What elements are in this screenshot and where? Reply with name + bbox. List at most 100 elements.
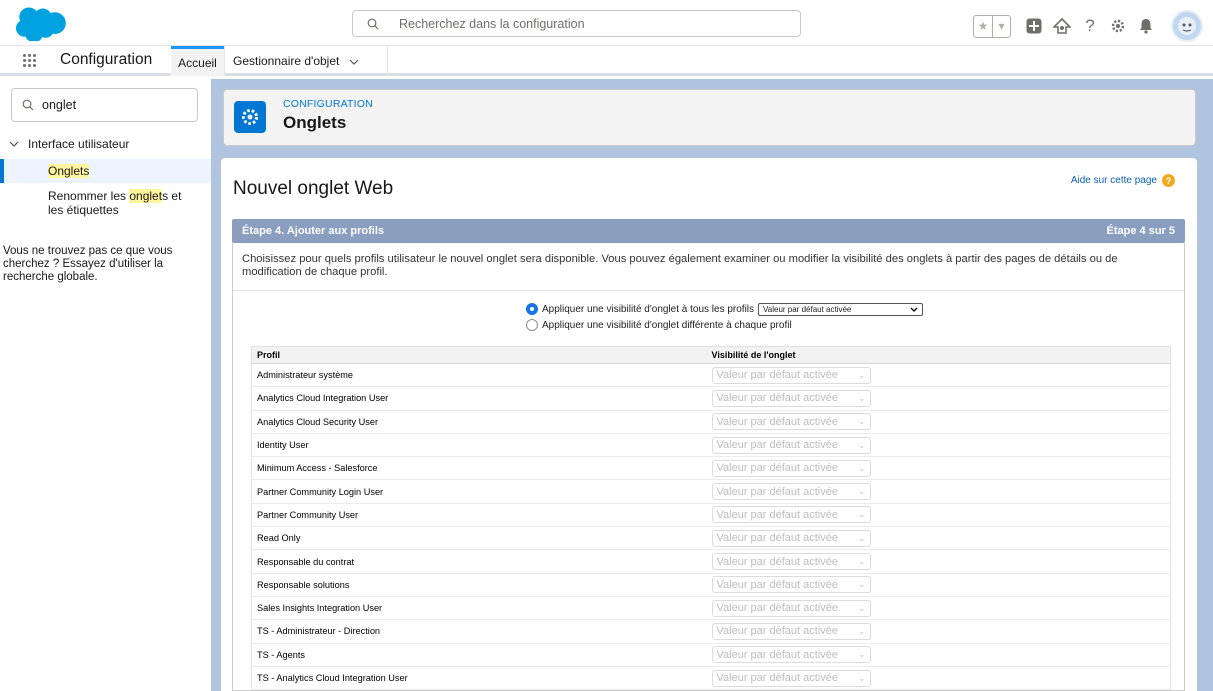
quickfind-value: onglet: [42, 98, 77, 112]
chevron-down-icon: ⌄: [857, 509, 866, 520]
table-row: Partner Community Login User Valeur par d…: [251, 479, 1171, 504]
profile-name: TS - Administrateur - Direction: [251, 619, 707, 644]
visibility-value: Valeur par défaut activée: [716, 672, 838, 684]
chevron-down-icon: ⌄: [857, 579, 866, 590]
visibility-select-disabled: Valeur par défaut activée ⌄: [711, 483, 871, 501]
chevron-down-icon: ⌄: [857, 625, 866, 636]
navigation-bar: Configuration Accueil Gestionnaire d'obj…: [0, 46, 1213, 76]
avatar[interactable]: [1171, 10, 1203, 42]
favorites-dropdown-icon[interactable]: ▾: [992, 15, 1010, 37]
table-row: Sales Insights Integration User Valeur pa…: [251, 596, 1171, 621]
profile-name: Responsable solutions: [251, 573, 707, 597]
notifications-bell-icon[interactable]: [1135, 14, 1157, 38]
help-icon: ?: [1162, 174, 1175, 187]
profile-name: Partner Community Login User: [251, 479, 707, 504]
visibility-cell: Valeur par défaut activée ⌄: [706, 479, 1171, 504]
chevron-down-icon: ⌄: [857, 369, 866, 380]
visibility-cell: Valeur par défaut activée ⌄: [706, 456, 1171, 481]
favorites-star-icon[interactable]: ★: [974, 16, 992, 37]
profile-name: Identity User: [251, 433, 707, 458]
visibility-all-select[interactable]: Valeur par défaut activée: [758, 302, 924, 316]
visibility-radio-group: Appliquer une visibilité d'onglet à tous…: [526, 301, 924, 333]
favorites-group: ★ ▾: [973, 14, 1011, 38]
table-row: TS - Administrateur - Direction Valeur pa…: [251, 619, 1171, 644]
radio-apply-each[interactable]: [526, 319, 538, 331]
page-title: Onglets: [283, 113, 347, 132]
wizard-title: Nouvel onglet Web: [233, 178, 394, 199]
profile-name: Analytics Cloud Integration User: [251, 386, 707, 411]
salesforce-logo[interactable]: [16, 7, 66, 43]
profile-name: Administrateur système: [251, 363, 707, 388]
add-icon[interactable]: [1023, 14, 1045, 38]
visibility-value: Valeur par défaut activée: [716, 648, 838, 661]
radio-row-all: Appliquer une visibilité d'onglet à tous…: [526, 301, 924, 317]
chevron-down-icon: ⌄: [857, 532, 866, 543]
table-row: Identity User Valeur par défaut activée ⌄: [251, 433, 1171, 458]
visibility-value: Valeur par défaut activée: [716, 415, 838, 428]
visibility-value: Valeur par défaut activée: [716, 485, 838, 498]
app-launcher-icon[interactable]: [23, 54, 37, 68]
step-body: Choisissez pour quels profils utilisateu…: [232, 243, 1185, 691]
step-description: Choisissez pour quels profils utilisateu…: [242, 253, 1118, 278]
visibility-select-disabled: Valeur par défaut activée ⌄: [711, 576, 871, 594]
visibility-cell: Valeur par défaut activée ⌄: [706, 596, 1171, 621]
visibility-cell: Valeur par défaut activée ⌄: [706, 503, 1171, 528]
search-icon: [22, 99, 36, 111]
trailhead-icon[interactable]: [1051, 14, 1073, 38]
radio-apply-all[interactable]: [526, 303, 538, 315]
tab-object-manager-label: Gestionnaire d'objet: [233, 54, 340, 68]
visibility-select-disabled: Valeur par défaut activée ⌄: [711, 669, 871, 687]
global-search-input[interactable]: Recherchez dans la configuration: [352, 10, 801, 37]
chevron-down-icon: ⌄: [857, 462, 866, 473]
visibility-all-value: Valeur par défaut activée: [763, 304, 852, 314]
table-row: Analytics Cloud Security User Valeur par …: [251, 410, 1171, 434]
visibility-select-disabled: Valeur par défaut activée ⌄: [711, 529, 871, 547]
visibility-value: Valeur par défaut activée: [716, 462, 838, 475]
visibility-value: Valeur par défaut activée: [716, 602, 838, 615]
tree-section-user-interface[interactable]: Interface utilisateur: [9, 137, 129, 151]
setup-sidebar: onglet Interface utilisateur Onglets Ren…: [0, 79, 211, 691]
page-header: CONFIGURATION Onglets: [223, 89, 1196, 146]
sidebar-item-tabs[interactable]: Onglets: [0, 159, 211, 183]
help-link[interactable]: Aide sur cette page ?: [1071, 174, 1175, 187]
visibility-value: Valeur par défaut activée: [716, 555, 838, 568]
table-row: Administrateur système Valeur par défaut …: [251, 363, 1171, 388]
table-row: Responsable du contrat Valeur par défaut …: [251, 549, 1171, 574]
visibility-value: Valeur par défaut activée: [716, 508, 838, 521]
tab-object-manager[interactable]: Gestionnaire d'objet: [224, 46, 388, 76]
visibility-select-disabled: Valeur par défaut activée ⌄: [711, 599, 871, 617]
setup-gear-icon[interactable]: [1107, 14, 1129, 38]
visibility-value: Valeur par défaut activée: [716, 369, 838, 382]
chevron-down-icon: ⌄: [857, 416, 866, 427]
breadcrumb: CONFIGURATION: [283, 98, 373, 110]
visibility-select-disabled: Valeur par défaut activée ⌄: [711, 459, 871, 477]
sidebar-item-label-highlight: onglet: [129, 189, 163, 203]
setup-gear-icon: [234, 101, 266, 133]
profile-name: Responsable du contrat: [251, 549, 707, 574]
profile-name: Minimum Access - Salesforce: [251, 456, 707, 481]
step-title: Étape 4. Ajouter aux profils: [242, 225, 385, 237]
profiles-table: Profil Visibilité de l'onglet Administra…: [251, 346, 1171, 691]
tab-accueil[interactable]: Accueil: [171, 46, 224, 76]
chevron-down-icon: ⌄: [857, 439, 866, 450]
visibility-select-disabled: Valeur par défaut activée ⌄: [711, 506, 871, 524]
chevron-down-icon[interactable]: [9, 139, 21, 150]
search-placeholder: Recherchez dans la configuration: [399, 16, 585, 31]
visibility-cell: Valeur par défaut activée ⌄: [706, 573, 1171, 597]
chevron-down-icon: ⌄: [857, 672, 866, 683]
visibility-cell: Valeur par défaut activée ⌄: [706, 666, 1171, 691]
visibility-cell: Valeur par défaut activée ⌄: [706, 433, 1171, 458]
visibility-cell: Valeur par défaut activée ⌄: [706, 643, 1171, 667]
visibility-value: Valeur par défaut activée: [716, 625, 838, 638]
profile-name: Analytics Cloud Security User: [251, 410, 707, 434]
profile-name: Read Only: [251, 526, 707, 551]
wizard-card: Nouvel onglet Web Aide sur cette page ? …: [221, 158, 1197, 691]
chevron-down-icon[interactable]: [349, 54, 359, 68]
help-icon[interactable]: ?: [1079, 14, 1101, 38]
visibility-cell: Valeur par défaut activée ⌄: [706, 410, 1171, 434]
visibility-value: Valeur par défaut activée: [716, 439, 838, 452]
quickfind-input[interactable]: onglet: [11, 88, 198, 122]
visibility-select-disabled: Valeur par défaut activée ⌄: [711, 366, 871, 384]
sidebar-item-rename-tabs[interactable]: Renommer les onglets et les étiquettes: [0, 189, 211, 217]
table-header-row: Profil Visibilité de l'onglet: [251, 346, 1171, 364]
